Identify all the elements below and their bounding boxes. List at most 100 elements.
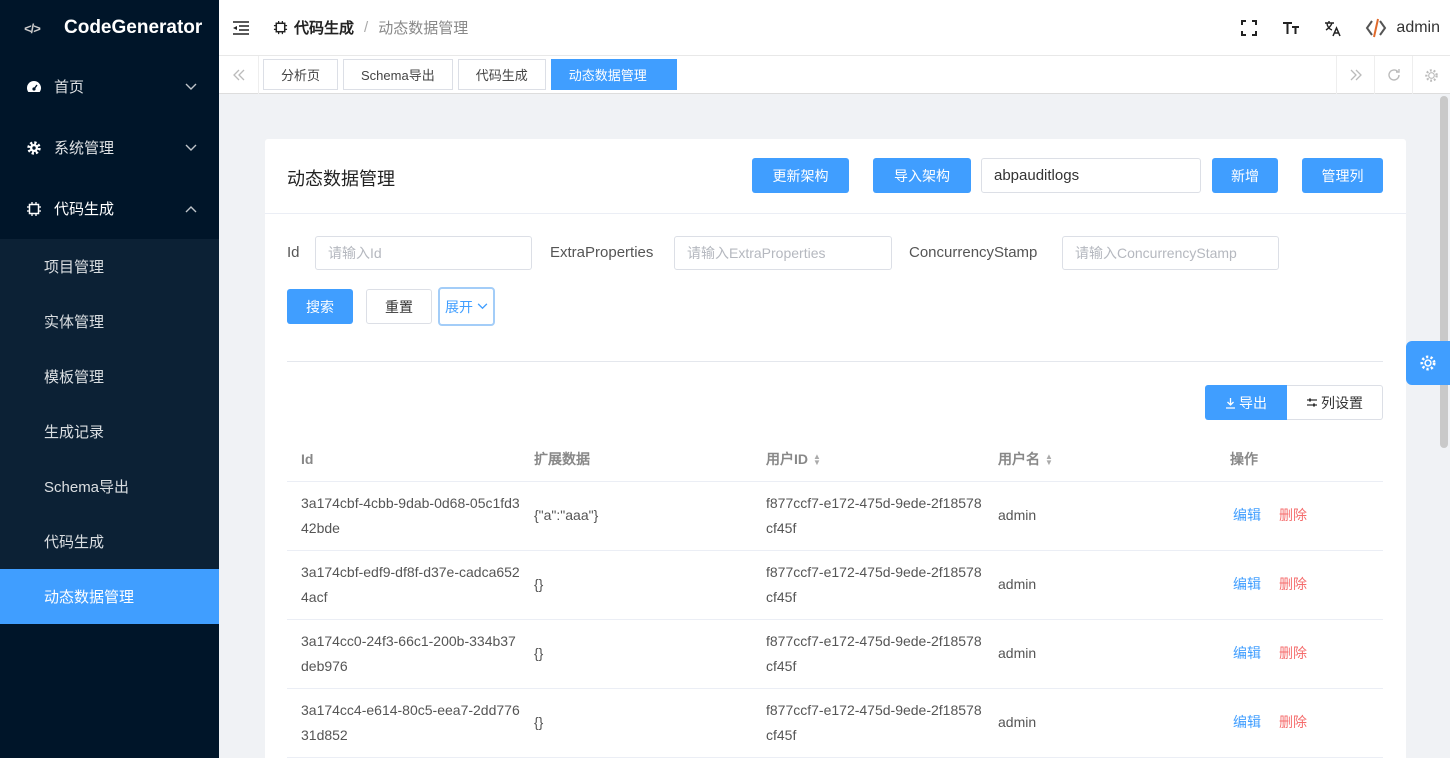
tab-dynamic-data[interactable]: 动态数据管理 bbox=[550, 59, 677, 90]
scrollbar[interactable] bbox=[1440, 96, 1448, 448]
cell-extra: {"a":"aaa"} bbox=[520, 481, 752, 551]
column-header: 操作 bbox=[1216, 437, 1383, 482]
sidebar-item-projects[interactable]: 项目管理 bbox=[0, 239, 219, 294]
table-row: 3a174cbf-4cbb-9dab-0d68-05c1fd342bde {"a… bbox=[287, 481, 1383, 551]
sidebar-item-system[interactable]: 系统管理 bbox=[0, 117, 219, 178]
sidebar: </> CodeGenerator 首页 系统管理 代码生成 项目管理 实体管理… bbox=[0, 0, 219, 758]
column-header-label: 用户ID bbox=[766, 450, 808, 467]
sidebar-item-label: 系统管理 bbox=[54, 140, 115, 157]
sort-icon[interactable]: ▲ ▼ bbox=[813, 453, 821, 467]
sort-icon[interactable]: ▲ ▼ bbox=[1045, 453, 1053, 467]
tab-analysis[interactable]: 分析页 bbox=[263, 59, 339, 90]
sidebar-item-templates[interactable]: 模板管理 bbox=[0, 349, 219, 404]
header-actions: admin bbox=[1228, 0, 1440, 56]
update-schema-button[interactable]: 更新架构 bbox=[752, 158, 849, 193]
sidebar-item-home[interactable]: 首页 bbox=[0, 56, 219, 117]
tab-bar: 分析页 Schema导出 代码生成 动态数据管理 bbox=[219, 55, 1450, 94]
logo-icon: </> bbox=[24, 20, 41, 36]
tab-bar-actions bbox=[1336, 56, 1450, 94]
scroll-right-icon[interactable] bbox=[1336, 56, 1374, 94]
extra-filter-input[interactable] bbox=[674, 236, 892, 270]
fullscreen-icon[interactable] bbox=[1228, 0, 1270, 56]
sidebar-item-label: 代码生成 bbox=[54, 201, 115, 218]
top-header: 代码生成 / 动态数据管理 admin bbox=[219, 0, 1450, 56]
search-button[interactable]: 搜索 bbox=[287, 289, 353, 324]
sidebar-item-schema-export[interactable]: Schema导出 bbox=[0, 459, 219, 514]
tab-schema-export[interactable]: Schema导出 bbox=[343, 59, 453, 90]
expand-label: 展开 bbox=[445, 298, 473, 315]
gear-icon bbox=[1420, 355, 1436, 371]
gear-icon bbox=[26, 140, 42, 156]
data-table: Id 扩展数据 用户ID ▲ ▼ 用户名 ▲ ▼ 操作 3a174cbf-4cbb-9d… bbox=[287, 437, 1383, 758]
edit-link[interactable]: 编辑 bbox=[1233, 576, 1261, 592]
sidebar-item-codegen[interactable]: 代码生成 bbox=[0, 178, 219, 239]
refresh-icon[interactable] bbox=[1374, 56, 1412, 94]
cell-id: 3a174cbf-edf9-df8f-d37e-cadca6524acf bbox=[287, 550, 520, 620]
chevron-down-icon bbox=[185, 141, 197, 155]
cell-actions: 编辑 删除 bbox=[1216, 619, 1383, 689]
cell-username: admin bbox=[984, 481, 1216, 551]
download-icon bbox=[1225, 397, 1236, 409]
sidebar-item-codegen-page[interactable]: 代码生成 bbox=[0, 514, 219, 569]
delete-link[interactable]: 删除 bbox=[1279, 714, 1307, 730]
expand-button[interactable]: 展开 bbox=[438, 287, 495, 326]
sidebar-item-dynamic-data[interactable]: 动态数据管理 bbox=[0, 569, 219, 624]
reset-button[interactable]: 重置 bbox=[366, 289, 432, 324]
id-filter-input[interactable] bbox=[315, 236, 532, 270]
delete-link[interactable]: 删除 bbox=[1279, 576, 1307, 592]
cell-user-id: f877ccf7-e172-475d-9ede-2f18578cf45f bbox=[752, 688, 984, 758]
logo[interactable]: </> CodeGenerator bbox=[0, 0, 219, 56]
settings-drawer-button[interactable] bbox=[1406, 341, 1450, 385]
import-schema-button[interactable]: 导入架构 bbox=[873, 158, 971, 193]
cell-actions: 编辑 删除 bbox=[1216, 481, 1383, 551]
schema-input[interactable] bbox=[981, 158, 1201, 193]
delete-link[interactable]: 删除 bbox=[1279, 645, 1307, 661]
avatar[interactable] bbox=[1362, 14, 1390, 42]
cell-user-id: f877ccf7-e172-475d-9ede-2f18578cf45f bbox=[752, 619, 984, 689]
export-label: 导出 bbox=[1239, 394, 1267, 411]
cell-id: 3a174cc4-e614-80c5-eea7-2dd77631d852 bbox=[287, 688, 520, 758]
edit-link[interactable]: 编辑 bbox=[1233, 507, 1261, 523]
breadcrumb-item[interactable]: 代码生成 bbox=[273, 17, 354, 38]
cell-extra: {} bbox=[520, 688, 752, 758]
font-size-icon[interactable] bbox=[1270, 0, 1312, 56]
menu-fold-icon[interactable] bbox=[219, 0, 263, 56]
codegen-submenu: 项目管理 实体管理 模板管理 生成记录 Schema导出 代码生成 动态数据管理 bbox=[0, 239, 219, 624]
manage-columns-button[interactable]: 管理列 bbox=[1302, 158, 1383, 193]
cell-user-id: f877ccf7-e172-475d-9ede-2f18578cf45f bbox=[752, 481, 984, 551]
page-title: 动态数据管理 bbox=[287, 169, 395, 189]
tab-list: 分析页 Schema导出 代码生成 动态数据管理 bbox=[263, 59, 682, 90]
chevron-up-icon bbox=[185, 202, 197, 216]
sidebar-item-entities[interactable]: 实体管理 bbox=[0, 294, 219, 349]
edit-link[interactable]: 编辑 bbox=[1233, 714, 1261, 730]
export-button[interactable]: 导出 bbox=[1205, 385, 1287, 420]
column-header-sortable[interactable]: 用户名 ▲ ▼ bbox=[984, 437, 1216, 482]
translate-icon[interactable] bbox=[1312, 0, 1354, 56]
cell-extra: {} bbox=[520, 550, 752, 620]
table-row: 3a174cc4-e614-80c5-eea7-2dd77631d852 {} … bbox=[287, 688, 1383, 758]
app-name: CodeGenerator bbox=[64, 17, 203, 38]
scroll-left-icon[interactable] bbox=[219, 55, 259, 94]
breadcrumb-current: 动态数据管理 bbox=[378, 20, 469, 37]
column-settings-button[interactable]: 列设置 bbox=[1287, 385, 1383, 420]
column-header-sortable[interactable]: 用户ID ▲ ▼ bbox=[752, 437, 984, 482]
cell-actions: 编辑 删除 bbox=[1216, 688, 1383, 758]
divider bbox=[287, 361, 1383, 362]
extra-filter-label: ExtraProperties bbox=[550, 244, 654, 261]
edit-link[interactable]: 编辑 bbox=[1233, 645, 1261, 661]
chip-icon bbox=[26, 201, 42, 217]
add-button[interactable]: 新增 bbox=[1212, 158, 1278, 193]
stamp-filter-input[interactable] bbox=[1062, 236, 1279, 270]
delete-link[interactable]: 删除 bbox=[1279, 507, 1307, 523]
tab-codegen[interactable]: 代码生成 bbox=[457, 59, 546, 90]
table-header-row: Id 扩展数据 用户ID ▲ ▼ 用户名 ▲ ▼ 操作 bbox=[287, 437, 1383, 482]
cell-actions: 编辑 删除 bbox=[1216, 550, 1383, 620]
sidebar-item-records[interactable]: 生成记录 bbox=[0, 404, 219, 459]
breadcrumb-separator: / bbox=[364, 19, 369, 36]
breadcrumb: 代码生成 / 动态数据管理 bbox=[273, 17, 468, 38]
gear-icon[interactable] bbox=[1412, 56, 1450, 94]
column-settings-label: 列设置 bbox=[1321, 394, 1363, 411]
id-filter-label: Id bbox=[287, 244, 300, 261]
username[interactable]: admin bbox=[1396, 19, 1440, 37]
table-row: 3a174cc0-24f3-66c1-200b-334b37deb976 {} … bbox=[287, 619, 1383, 689]
